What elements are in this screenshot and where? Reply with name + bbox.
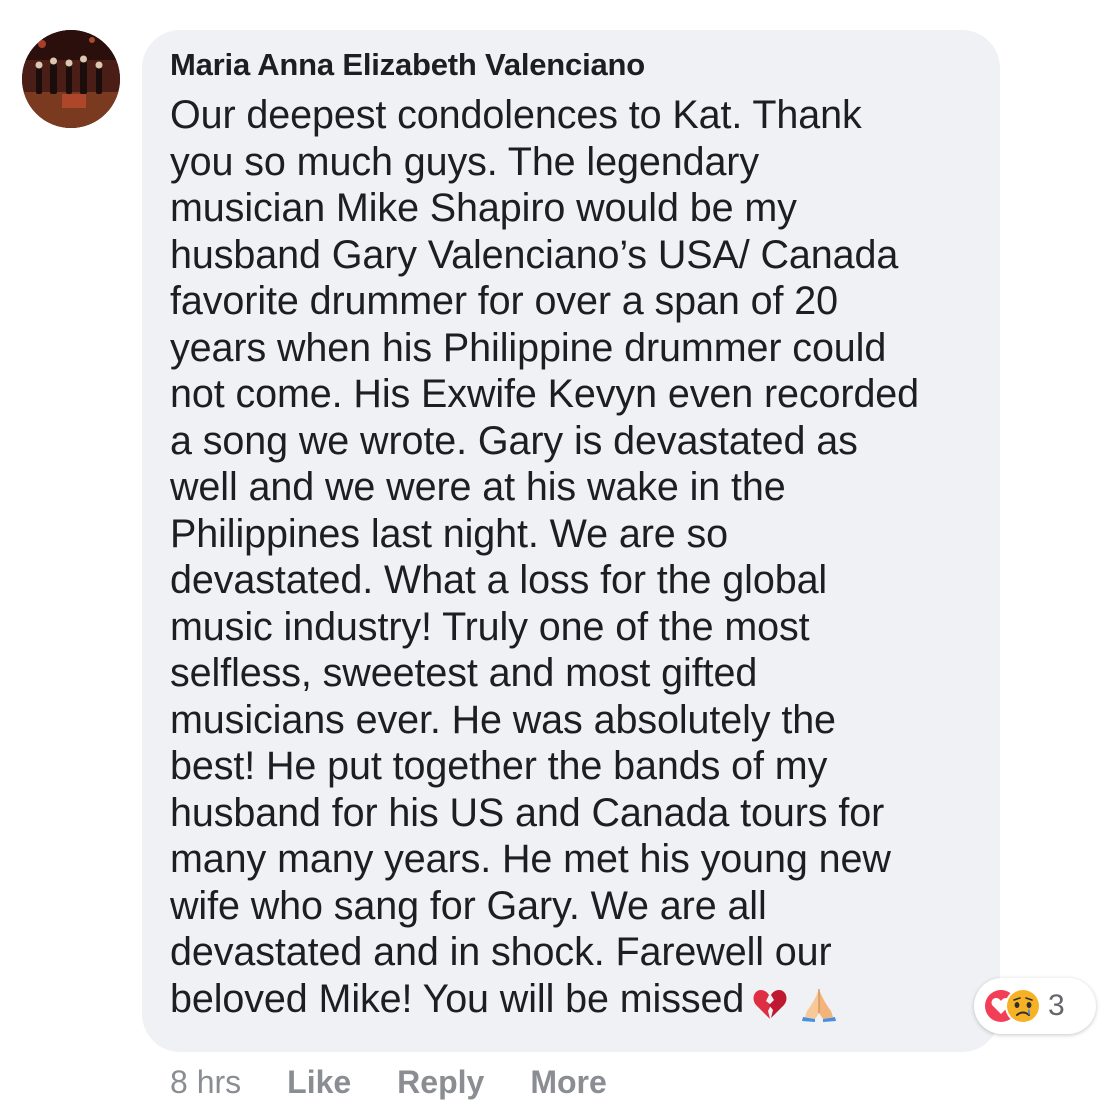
reply-button[interactable]: Reply xyxy=(397,1064,484,1101)
comment-line: husband for his US and Canada tours for xyxy=(170,790,885,835)
comment-actions: 8 hrs Like Reply More xyxy=(170,1060,653,1104)
like-button[interactable]: Like xyxy=(287,1064,351,1101)
comment-line: devastated. What a loss for the global xyxy=(170,558,828,602)
comment-line: not come. His Exwife Kevyn even recorded xyxy=(170,372,920,416)
comment-line: years when his Philippine drummer could xyxy=(170,325,887,370)
comment-line: musician Mike Shapiro would be my xyxy=(170,186,797,230)
comment-line-last: beloved Mike! You will be missed xyxy=(170,976,970,1027)
comment-line: musicians ever. He was absolutely the xyxy=(170,697,836,742)
comment-timestamp[interactable]: 8 hrs xyxy=(170,1064,241,1101)
comment-author[interactable]: Maria Anna Elizabeth Valenciano xyxy=(170,46,970,84)
more-button[interactable]: More xyxy=(530,1064,606,1101)
comment-line: favorite drummer for over a span of 20 xyxy=(170,279,839,323)
comment-line: wife who sang for Gary. We are all xyxy=(170,883,767,928)
comment-line: many many years. He met his young new xyxy=(170,837,891,881)
comment-line: a song we wrote. Gary is devastated as xyxy=(170,418,858,463)
comment-line: music industry! Truly one of the most xyxy=(170,604,810,649)
trailing-emojis xyxy=(752,980,839,1027)
avatar-photo xyxy=(22,30,120,128)
comment-line: best! He put together the bands of my xyxy=(170,744,828,788)
sad-reaction-icon xyxy=(1005,988,1041,1024)
comment-line: devastated and in shock. Farewell our xyxy=(170,930,832,974)
comment-line-text: beloved Mike! You will be missed xyxy=(170,976,745,1021)
reaction-count: 3 xyxy=(1048,989,1065,1022)
avatar[interactable] xyxy=(22,30,120,128)
broken-heart-icon xyxy=(753,990,787,1020)
comment-text: Our deepest condolences to Kat. Thank yo… xyxy=(170,92,970,1026)
reactions-summary[interactable]: 3 xyxy=(974,978,1096,1034)
comment-bubble: Maria Anna Elizabeth Valenciano Our deep… xyxy=(142,30,1000,1052)
comment-line: you so much guys. The legendary xyxy=(170,139,760,184)
comment-line: well and we were at his wake in the xyxy=(170,465,786,509)
folded-hands-icon xyxy=(802,989,837,1023)
comment-line: selfless, sweetest and most gifted xyxy=(170,651,758,695)
comment-line: husband Gary Valenciano’s USA/ Canada xyxy=(170,232,899,277)
comment-line: Our deepest condolences to Kat. Thank xyxy=(170,93,862,137)
comment-line: Philippines last night. We are so xyxy=(170,511,729,556)
